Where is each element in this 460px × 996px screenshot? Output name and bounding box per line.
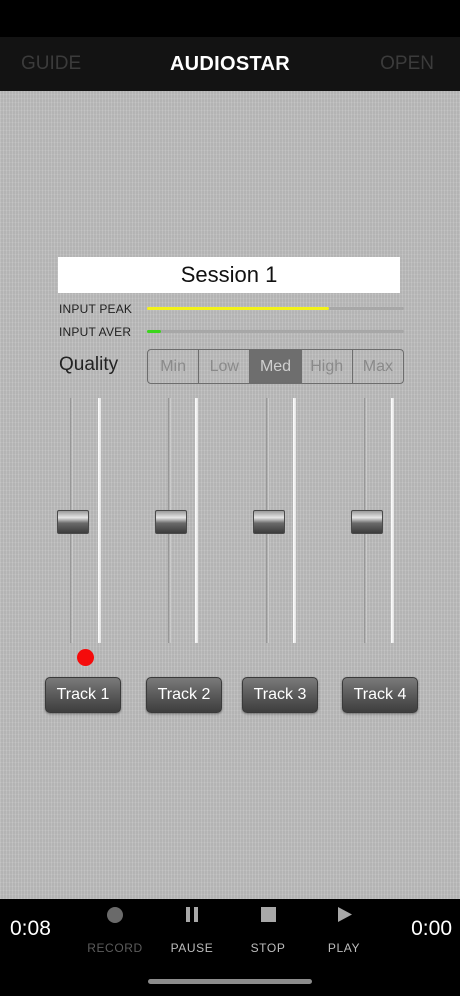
track-2-button[interactable]: Track 2: [146, 677, 222, 713]
quality-option-max[interactable]: Max: [353, 350, 403, 383]
track-1-record-indicator: [77, 649, 94, 666]
track-1-channel: [42, 396, 142, 716]
quality-option-min[interactable]: Min: [148, 350, 200, 383]
play-icon: [338, 907, 352, 922]
open-button[interactable]: OPEN: [380, 37, 434, 91]
input-average-level: [147, 330, 162, 333]
track-2-channel: [140, 396, 240, 716]
input-peak-meter: [147, 307, 404, 310]
nav-bar: GUIDE AUDIOSTAR OPEN: [0, 37, 460, 91]
pause-label: PAUSE: [170, 941, 214, 955]
stop-label: STOP: [250, 941, 286, 955]
track-2-fader-knob[interactable]: [155, 510, 187, 534]
track-4-fader-knob[interactable]: [351, 510, 383, 534]
track-1-level-meter: [98, 398, 101, 643]
track-3-fader-knob[interactable]: [253, 510, 285, 534]
input-peak-label: INPUT PEAK: [59, 302, 133, 316]
quality-option-high[interactable]: High: [302, 350, 353, 383]
main-panel: Session 1 INPUT PEAK INPUT AVER Quality …: [0, 91, 460, 899]
quality-selector: Min Low Med High Max: [147, 349, 404, 384]
track-3-level-meter: [293, 398, 296, 643]
track-4-button[interactable]: Track 4: [342, 677, 418, 713]
remaining-time: 0:00: [411, 917, 452, 940]
track-1-fader-knob[interactable]: [57, 510, 89, 534]
quality-option-med[interactable]: Med: [250, 350, 302, 383]
input-average-label: INPUT AVER: [59, 325, 132, 339]
pause-button[interactable]: PAUSE: [157, 903, 227, 955]
stop-button[interactable]: STOP: [233, 903, 303, 955]
pause-icon: [186, 907, 198, 922]
quality-option-low[interactable]: Low: [199, 350, 251, 383]
quality-label: Quality: [59, 354, 119, 375]
session-name-field[interactable]: Session 1: [58, 257, 400, 293]
record-icon: [107, 907, 123, 923]
play-label: PLAY: [327, 941, 361, 955]
record-button[interactable]: RECORD: [80, 903, 150, 955]
track-4-channel: [336, 396, 436, 716]
track-3-channel: [238, 396, 338, 716]
track-4-level-meter: [391, 398, 394, 643]
elapsed-time: 0:08: [10, 917, 51, 940]
track-1-button[interactable]: Track 1: [45, 677, 121, 713]
input-peak-level: [147, 307, 330, 310]
play-button[interactable]: PLAY: [309, 903, 379, 955]
track-3-button[interactable]: Track 3: [242, 677, 318, 713]
track-2-level-meter: [195, 398, 198, 643]
record-label: RECORD: [87, 941, 143, 955]
stop-icon: [261, 907, 276, 922]
input-average-meter: [147, 330, 404, 333]
status-bar: [0, 0, 460, 37]
home-indicator: [148, 979, 312, 984]
